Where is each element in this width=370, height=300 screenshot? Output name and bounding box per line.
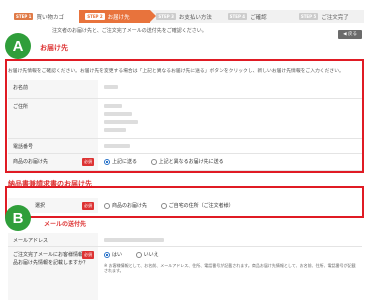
- step-2: STEP 2 お届け先: [79, 10, 157, 23]
- badge-a: A: [5, 33, 31, 59]
- step-2-number: STEP 2: [85, 13, 105, 20]
- label-email-info: ご注文完了メールにお客様情報と商品お届け先情報を記載しますか？ 必須: [8, 247, 98, 300]
- radio-yes-label: はい: [112, 252, 123, 258]
- email-info-label: ご注文完了メールにお客様情報と商品お届け先情報を記載しますか？: [13, 252, 94, 266]
- radio-no[interactable]: いいえ: [135, 251, 159, 258]
- step-1: STEP 1 買い物カゴ: [8, 10, 80, 23]
- step-5-label: ご注文完了: [321, 14, 349, 21]
- email-info-note: ※ お客様情報として、お名前、メールアドレス、住所、電話番号が記載されます。商品…: [104, 262, 356, 273]
- row-email-info: ご注文完了メールにお客様情報と商品お届け先情報を記載しますか？ 必須 はい いい…: [8, 247, 362, 300]
- checkout-page: STEP 1 買い物カゴ STEP 2 お届け先 STEP 3 お支払い方法 S…: [0, 0, 370, 300]
- required-badge: 必須: [82, 251, 94, 259]
- confirm-email-section-title: メールの送付先: [44, 221, 87, 228]
- radio-icon: [104, 251, 110, 258]
- intro-text: 注文者のお届け先と、ご注文完了メールの送付先をご確認ください。: [52, 28, 207, 34]
- radio-no-label: いいえ: [143, 252, 159, 258]
- row-email: メールアドレス: [8, 233, 362, 247]
- step-1-number: STEP 1: [14, 13, 34, 20]
- step-4: STEP 4 ご確認: [221, 10, 293, 23]
- email-info-options: はい いいえ ※ お客様情報として、お名前、メールアドレス、住所、電話番号が記載…: [98, 247, 362, 300]
- step-3: STEP 3 お支払い方法: [150, 10, 222, 23]
- value-email: [98, 233, 362, 246]
- email-table: メールアドレス ご注文完了メールにお客様情報と商品お届け先情報を記載しますか？ …: [8, 233, 362, 300]
- step-4-number: STEP 4: [227, 13, 248, 20]
- step-arrow-icon: [150, 10, 157, 22]
- shipping-section-title: お届け先: [40, 44, 68, 52]
- step-5: STEP 5 ご注文完了: [292, 10, 365, 23]
- label-email: メールアドレス: [8, 233, 98, 246]
- badge-b: B: [5, 205, 31, 231]
- checkout-steps: STEP 1 買い物カゴ STEP 2 お届け先 STEP 3 お支払い方法 S…: [8, 10, 365, 23]
- step-3-number: STEP 3: [156, 13, 176, 20]
- step-4-label: ご確認: [250, 14, 267, 21]
- step-1-label: 買い物カゴ: [36, 14, 64, 21]
- step-3-label: お支払い方法: [178, 14, 212, 21]
- step-5-number: STEP 5: [298, 13, 319, 20]
- highlight-frame-b: [5, 186, 364, 218]
- radio-icon: [135, 251, 142, 258]
- highlight-frame-a: [5, 59, 364, 173]
- step-2-label: お届け先: [107, 14, 130, 21]
- back-button[interactable]: ◀ 戻る: [338, 30, 362, 39]
- radio-yes[interactable]: はい: [104, 251, 122, 258]
